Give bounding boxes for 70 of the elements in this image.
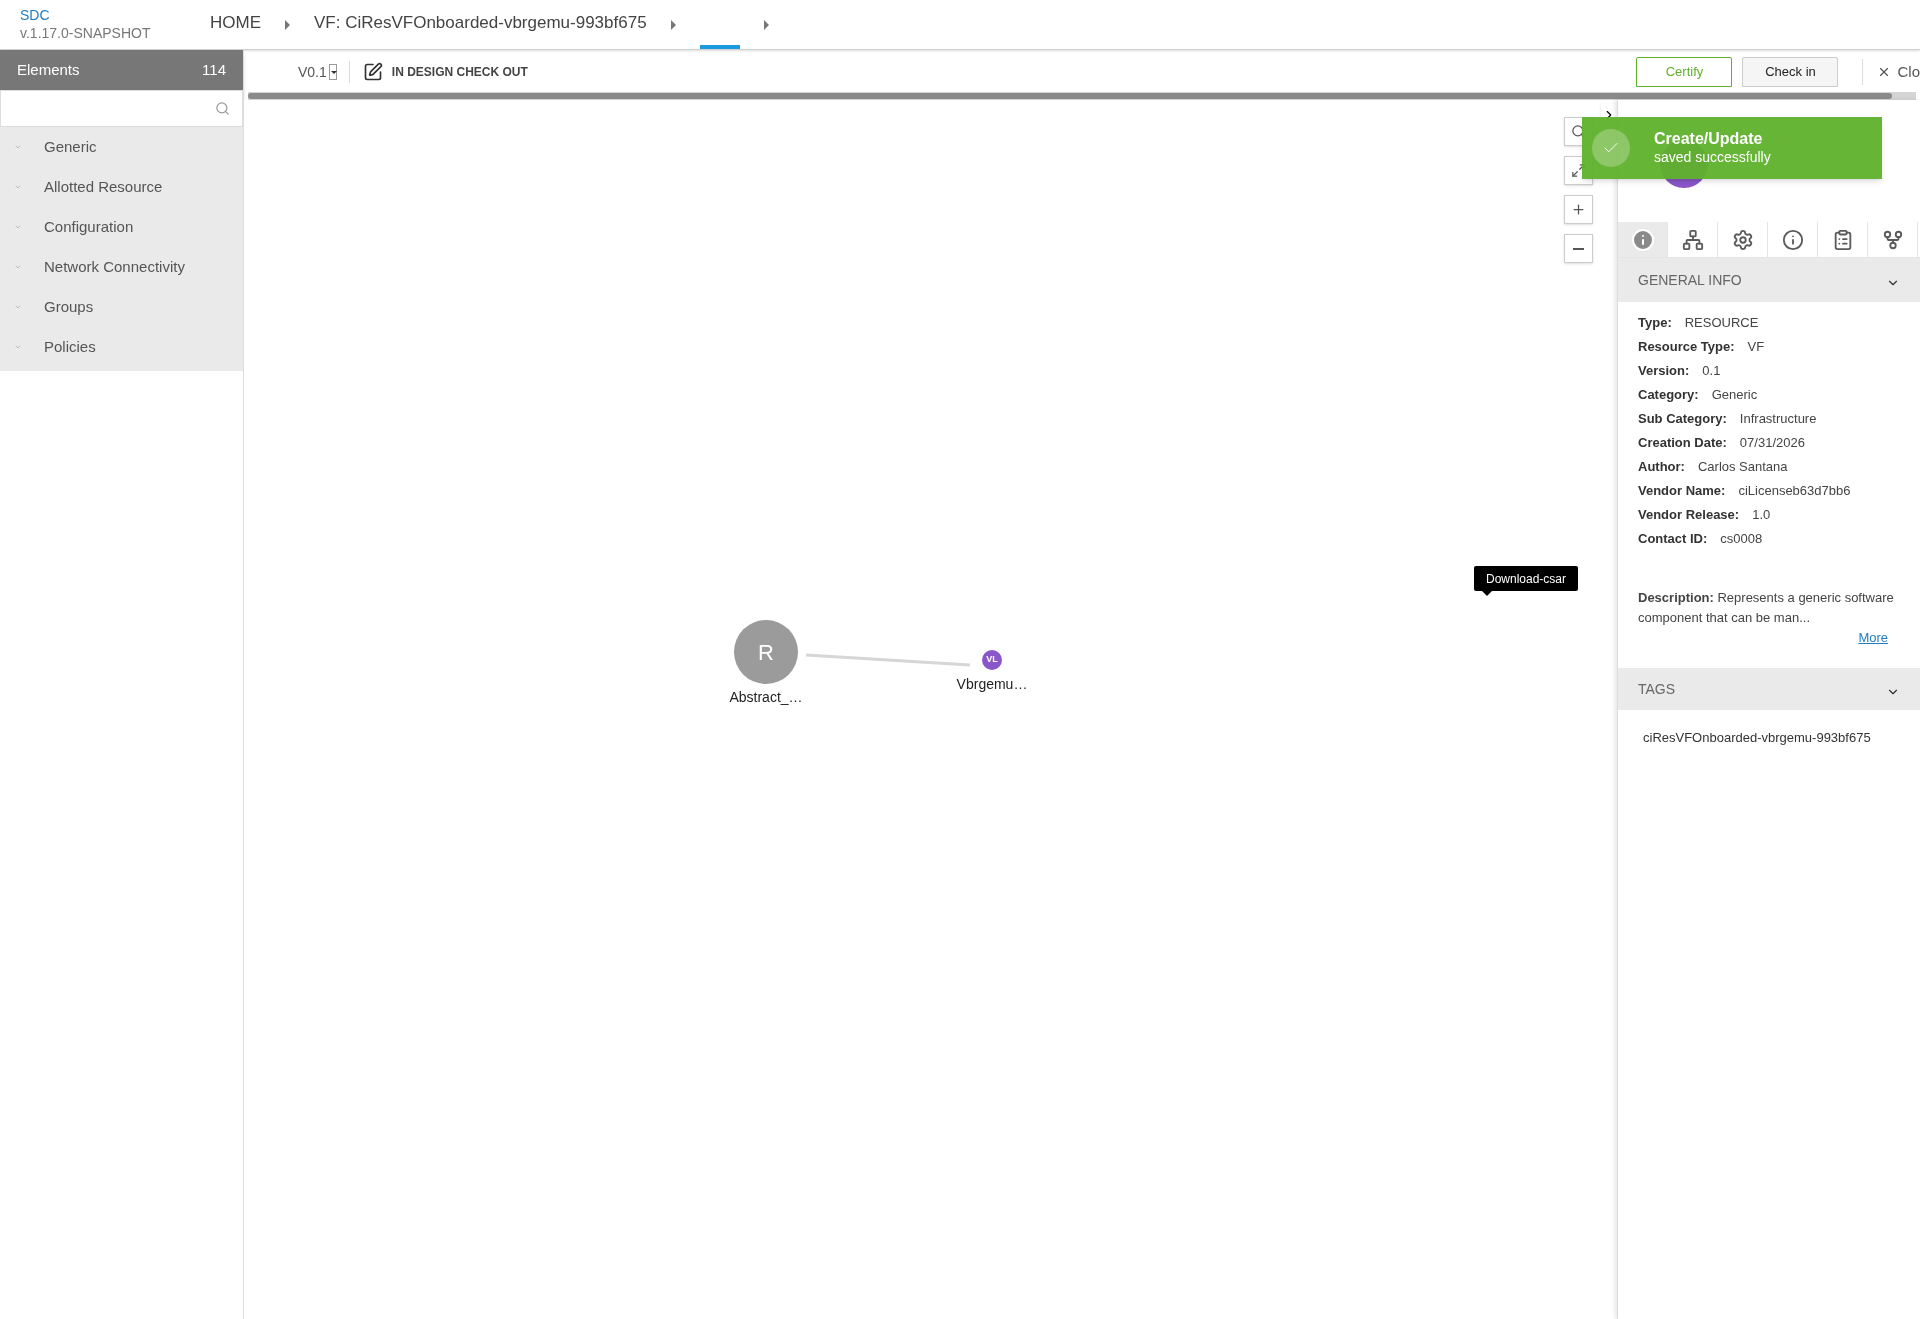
breadcrumb-arrow-icon	[670, 19, 676, 30]
field-value: ciLicenseb63d7bb6	[1738, 482, 1851, 501]
field-label: Sub Category:	[1638, 410, 1727, 429]
palette-group[interactable]: Generic	[44, 135, 97, 159]
field-value: cs0008	[1720, 530, 1763, 549]
zoom-in-button[interactable]	[1564, 195, 1593, 224]
scrollbar[interactable]	[248, 92, 1916, 100]
close-button[interactable]: Clo	[1877, 60, 1920, 84]
branch-icon	[1881, 228, 1904, 251]
field-label: Contact ID:	[1638, 530, 1708, 549]
info-icon	[1630, 227, 1655, 252]
field-label: Vendor Release:	[1638, 506, 1740, 525]
field-label: Version:	[1638, 362, 1690, 381]
tooltip-pointer-icon	[1482, 591, 1492, 596]
chevron-icon	[14, 303, 22, 311]
field-value: RESOURCE	[1684, 314, 1759, 333]
search-icon	[215, 101, 230, 116]
settings-icon	[1731, 228, 1754, 251]
lifecycle-status: IN DESIGN CHECK OUT	[391, 64, 528, 81]
field-value: Carlos Santana	[1697, 458, 1788, 477]
field-value: VF	[1747, 338, 1765, 357]
breadcrumb-arrow-icon	[285, 19, 290, 30]
more-link[interactable]: More	[1858, 628, 1888, 648]
field-label: Type:	[1638, 314, 1672, 333]
chevron-icon	[14, 183, 22, 191]
vl-node[interactable]: VL	[982, 650, 1002, 670]
description-text: Description: Represents a generic software component that can be man...	[1638, 589, 1895, 627]
chevron-icon	[14, 263, 22, 271]
panel-tab[interactable]	[1618, 222, 1668, 257]
field-value: Generic	[1711, 386, 1758, 405]
palette-title: Elements	[17, 59, 80, 80]
node-label: Vbrgemu…	[956, 675, 1028, 694]
search-field[interactable]	[0, 90, 243, 127]
breadcrumb-arrow-icon	[763, 19, 769, 30]
field-value: 07/31/2026	[1739, 434, 1805, 453]
toast-message: saved successfully	[1654, 149, 1771, 167]
palette-group[interactable]: Policies	[44, 335, 96, 359]
chevron-icon	[14, 143, 22, 151]
section-title: GENERAL INFO	[1638, 270, 1742, 290]
breadcrumb-item[interactable]: HOME	[210, 0, 261, 49]
version-dropdown[interactable]: V0.1	[298, 61, 337, 83]
section-header[interactable]: TAGS	[1618, 668, 1920, 710]
zoom-out-button[interactable]	[1564, 234, 1593, 263]
field-label: Author:	[1638, 458, 1685, 477]
field-label: Creation Date:	[1638, 434, 1727, 453]
element-count: 114	[202, 59, 226, 80]
check-in-button[interactable]: Check in	[1742, 57, 1839, 87]
field-label: Resource Type:	[1638, 338, 1735, 357]
palette-group[interactable]: Allotted Resource	[44, 175, 163, 199]
field-label: Vendor Name:	[1638, 482, 1726, 501]
section-header[interactable]: GENERAL INFO	[1618, 258, 1920, 302]
chevron-icon	[14, 343, 22, 351]
plus-icon	[1571, 202, 1586, 217]
breadcrumb-item[interactable]: VF: CiResVFOnboarded-vbrgemu-993bf675	[314, 0, 647, 49]
field-value: 0.1	[1702, 362, 1721, 381]
node-label: Abstract_…	[729, 688, 803, 707]
palette-group[interactable]: Network Connectivity	[44, 255, 185, 279]
palette-group[interactable]: Groups	[44, 295, 94, 319]
field-value: 1.0	[1752, 506, 1771, 525]
section-title: TAGS	[1638, 679, 1676, 699]
chevron-icon	[14, 223, 22, 231]
tag: ciResVFOnboarded-vbrgemu-993bf675	[1643, 728, 1895, 748]
app-name: SDC	[20, 7, 51, 25]
toast-title: Create/Update	[1654, 129, 1764, 150]
palette-group[interactable]: Configuration	[44, 215, 134, 239]
minus-icon	[1573, 247, 1584, 250]
composition-icon	[1681, 228, 1704, 251]
app-version: v.1.17.0-SNAPSHOT	[20, 24, 152, 42]
field-label: Category:	[1638, 386, 1699, 405]
field-value: Infrastructure	[1739, 410, 1817, 429]
